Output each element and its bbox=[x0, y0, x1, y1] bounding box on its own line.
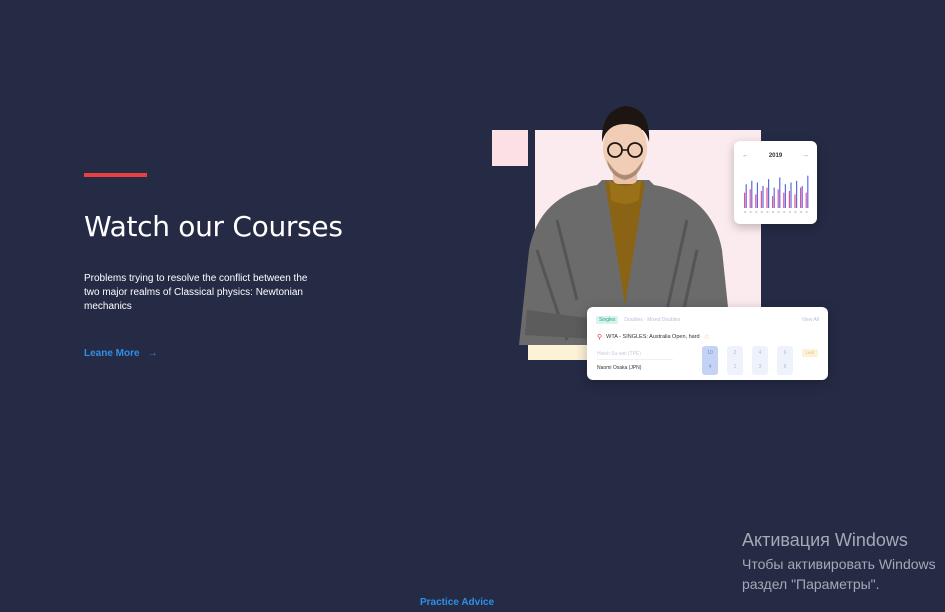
calendar-tick bbox=[749, 211, 752, 213]
star-icon[interactable]: ☆ bbox=[704, 333, 710, 341]
pin-icon: ⚲ bbox=[597, 334, 603, 341]
calendar-bar bbox=[796, 180, 798, 208]
calendar-bar bbox=[744, 192, 746, 208]
calendar-bar bbox=[784, 184, 786, 208]
calendar-bar bbox=[790, 182, 792, 208]
calendar-bar bbox=[745, 184, 747, 208]
tab-doubles[interactable]: Doubles · Mixed Doubles bbox=[624, 316, 680, 324]
player-1: Hsieh Su-wei (TPE) bbox=[597, 351, 641, 357]
calendar-bar bbox=[772, 196, 774, 208]
calendar-tick bbox=[794, 211, 797, 213]
arrow-right-icon[interactable]: → bbox=[802, 152, 809, 159]
score-player-2: 4 bbox=[708, 364, 712, 370]
calendar-bar bbox=[777, 189, 779, 208]
calendar-bar bbox=[762, 185, 764, 208]
calendar-tick bbox=[772, 211, 774, 213]
calendar-tick bbox=[777, 211, 780, 213]
calendar-tick bbox=[744, 211, 746, 213]
calendar-bar-chart bbox=[744, 175, 809, 213]
calendar-bar bbox=[801, 185, 803, 208]
calendar-tick bbox=[783, 211, 786, 213]
score-set-1: 10 4 bbox=[702, 346, 718, 375]
calendar-tick bbox=[766, 211, 769, 213]
calendar-tick bbox=[805, 211, 808, 213]
calendar-tick bbox=[788, 211, 791, 213]
calendar-tick bbox=[755, 211, 758, 213]
calendar-year: 2019 bbox=[768, 152, 783, 159]
calendar-chart-card: ← 2019 → bbox=[734, 141, 817, 224]
score-player-2: 6 bbox=[783, 364, 787, 370]
score-player-1: 6 bbox=[783, 350, 787, 356]
tab-singles[interactable]: Singles bbox=[596, 316, 619, 324]
score-player-1: 10 bbox=[707, 350, 713, 356]
calendar-bar bbox=[783, 192, 785, 208]
calendar-bar bbox=[779, 177, 781, 208]
score-player-1: 2 bbox=[733, 350, 737, 356]
hero-description: Problems trying to resolve the conflict … bbox=[84, 273, 308, 312]
player-2: Naomi Osaka (JPN) bbox=[597, 365, 642, 371]
windows-activation-title: Активация Windows bbox=[742, 530, 908, 550]
calendar-bar bbox=[749, 189, 751, 208]
practice-advice-link[interactable]: Practice Advice bbox=[420, 597, 494, 608]
arrow-left-icon[interactable]: ← bbox=[742, 152, 749, 159]
windows-activation-line-1: Чтобы активировать Windows bbox=[742, 556, 936, 572]
match-card: Singles Doubles · Mixed Doubles View All… bbox=[587, 307, 828, 380]
calendar-bar bbox=[766, 187, 768, 208]
accent-bar bbox=[84, 173, 147, 177]
view-all-link[interactable]: View All bbox=[802, 317, 819, 323]
calendar-tick bbox=[760, 211, 763, 213]
learn-more-link[interactable]: Leane More → bbox=[84, 348, 158, 359]
hero-title: Watch our Courses bbox=[84, 210, 343, 243]
learn-more-label: Leane More bbox=[84, 348, 140, 359]
score-player-2: 3 bbox=[758, 364, 762, 370]
match-event-label: WTA - SINGLES: Australia Open, hard bbox=[606, 334, 700, 340]
match-event: ⚲ WTA - SINGLES: Australia Open, hard ☆ bbox=[597, 333, 710, 341]
calendar-bar bbox=[800, 187, 802, 208]
calendar-bar bbox=[756, 182, 758, 208]
score-player-2: 1 bbox=[733, 364, 737, 370]
calendar-bar bbox=[788, 191, 790, 208]
calendar-bar bbox=[805, 192, 807, 208]
calendar-bar bbox=[807, 175, 809, 208]
calendar-tick bbox=[800, 211, 802, 213]
calendar-bar bbox=[760, 191, 762, 208]
score-set-4: 6 6 bbox=[777, 346, 793, 375]
calendar-bar bbox=[755, 194, 757, 208]
score-set-3: 4 3 bbox=[752, 346, 768, 375]
score-player-1: 4 bbox=[758, 350, 762, 356]
arrow-right-icon: → bbox=[147, 348, 158, 359]
calendar-bar bbox=[773, 187, 775, 208]
windows-activation-line-2: раздел "Параметры". bbox=[742, 576, 880, 592]
calendar-bar bbox=[768, 179, 770, 208]
calendar-bar bbox=[751, 180, 753, 208]
score-set-2: 2 1 bbox=[727, 346, 743, 375]
player-divider bbox=[597, 359, 673, 360]
live-badge: LIVE bbox=[802, 349, 818, 357]
calendar-bar bbox=[794, 194, 796, 208]
